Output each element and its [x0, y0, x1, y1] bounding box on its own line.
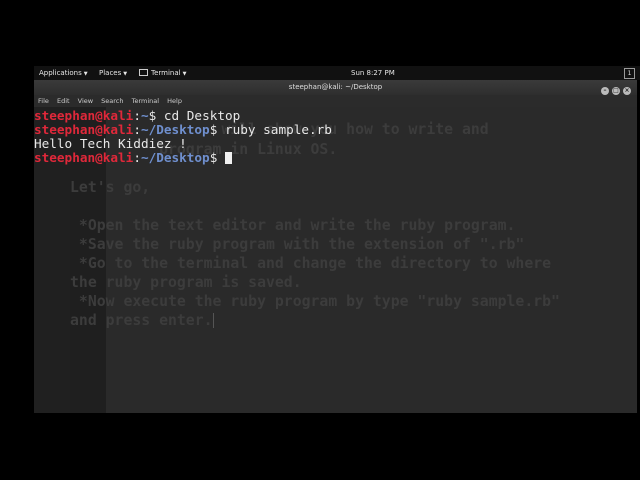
- prompt-path: ~/Desktop: [140, 122, 210, 137]
- close-icon[interactable]: ×: [623, 87, 631, 95]
- command-text: $: [209, 150, 225, 165]
- menu-terminal[interactable]: Terminal: [132, 97, 159, 105]
- chevron-down-icon: ▼: [123, 71, 128, 77]
- doc-line: *Go to the terminal and change the direc…: [70, 255, 552, 272]
- workspace-indicator[interactable]: 1: [624, 68, 635, 79]
- doc-line: Let's go,: [70, 179, 151, 196]
- prompt-user: steephan@kali: [34, 108, 134, 123]
- minimize-icon[interactable]: –: [601, 87, 609, 95]
- prompt-path: ~: [140, 108, 149, 123]
- applications-menu[interactable]: Applications ▼: [39, 66, 88, 81]
- menu-edit[interactable]: Edit: [57, 97, 70, 105]
- chevron-down-icon: ▼: [182, 71, 187, 77]
- window-title: steephan@kali: ~/Desktop: [288, 83, 383, 91]
- prompt-sep: :: [133, 108, 141, 123]
- terminal-app-label: Terminal: [151, 69, 181, 77]
- terminal-line: steephan@kali:~/Desktop$: [34, 151, 232, 165]
- top-panel: Applications ▼ Places ▼ Terminal ▼ Sun 8:27…: [34, 66, 640, 80]
- terminal-line: steephan@kali:~$ cd Desktop: [34, 109, 240, 123]
- clock[interactable]: Sun 8:27 PM: [351, 66, 395, 80]
- doc-line: *Save the ruby program with the extensio…: [70, 236, 525, 253]
- maximize-icon[interactable]: □: [612, 87, 620, 95]
- terminal-area[interactable]: will show you how to write and program i…: [34, 107, 637, 413]
- doc-line-text: and press enter.: [70, 312, 213, 329]
- prompt-sep: :: [133, 150, 141, 165]
- applications-label: Applications: [39, 69, 82, 77]
- menu-bar: File Edit View Search Terminal Help: [34, 95, 637, 107]
- prompt-sep: :: [133, 122, 141, 137]
- places-menu[interactable]: Places ▼: [99, 66, 127, 81]
- terminal-output: Hello Tech Kiddiez !: [34, 136, 187, 151]
- command-text: $ cd Desktop: [148, 108, 241, 123]
- text-caret: [212, 313, 214, 328]
- prompt-path: ~/Desktop: [140, 150, 210, 165]
- terminal-cursor: [224, 152, 232, 164]
- prompt-user: steephan@kali: [34, 122, 134, 137]
- menu-view[interactable]: View: [78, 97, 93, 105]
- doc-line: and press enter.: [70, 312, 214, 329]
- places-label: Places: [99, 69, 122, 77]
- chevron-down-icon: ▼: [83, 71, 88, 77]
- window-titlebar[interactable]: steephan@kali: ~/Desktop – □ ×: [34, 80, 637, 95]
- doc-line: *Now execute the ruby program by type "r…: [70, 293, 560, 310]
- prompt-user: steephan@kali: [34, 150, 134, 165]
- menu-file[interactable]: File: [38, 97, 49, 105]
- terminal-line: steephan@kali:~/Desktop$ ruby sample.rb: [34, 123, 332, 137]
- terminal-window: steephan@kali: ~/Desktop – □ × File Edit V…: [34, 80, 637, 413]
- doc-line: the ruby program is saved.: [70, 274, 302, 291]
- terminal-app-menu[interactable]: Terminal ▼: [139, 66, 186, 81]
- command-text: $ ruby sample.rb: [209, 122, 332, 137]
- menu-help[interactable]: Help: [167, 97, 182, 105]
- terminal-icon: [139, 69, 148, 76]
- menu-search[interactable]: Search: [101, 97, 123, 105]
- doc-line: *Open the text editor and write the ruby…: [70, 217, 516, 234]
